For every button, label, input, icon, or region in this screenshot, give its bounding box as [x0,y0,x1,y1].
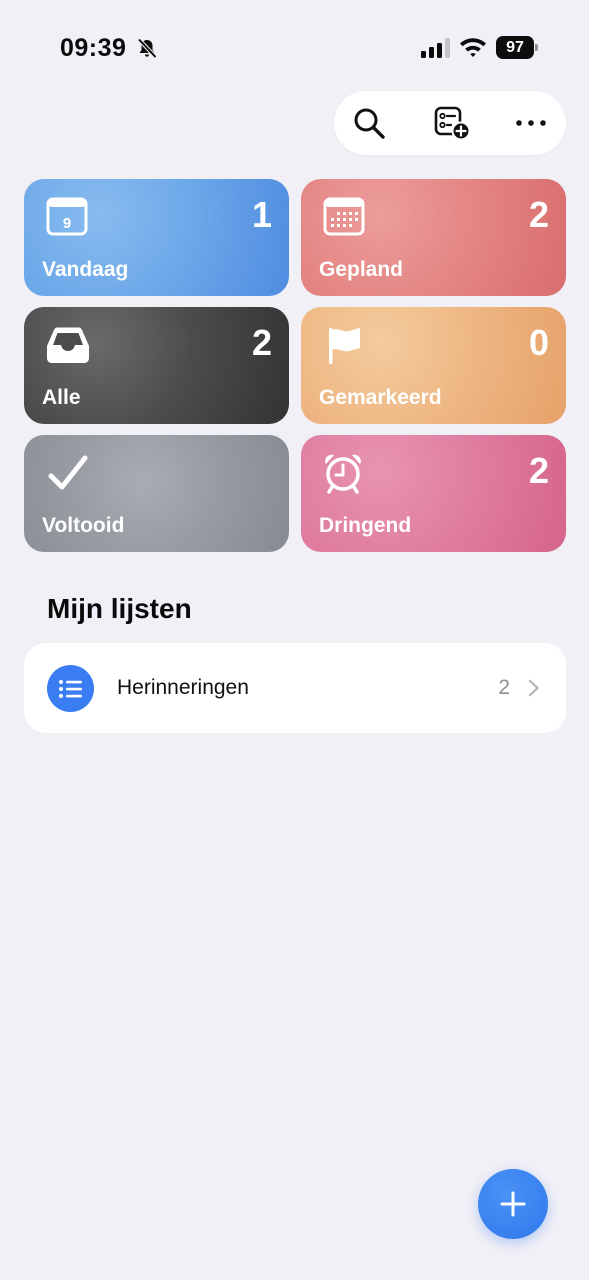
tile-dringend-count: 2 [528,450,549,491]
list-item-name: Herinneringen [117,676,249,699]
chevron-right-icon [528,679,539,697]
tile-alle-label: Alle [42,386,81,409]
checkmark-icon [48,455,88,490]
tile-gemarkeerd[interactable]: 0 Gemarkeerd [301,307,566,424]
battery-cap [535,44,538,51]
list-item-count: 2 [498,676,510,699]
plus-icon [500,1191,526,1217]
calendar-grid-icon [323,197,365,236]
status-time: 09:39 [60,34,127,62]
status-bar: 09:39 97 [0,0,589,95]
search-button[interactable] [349,103,389,143]
tile-alle[interactable]: 2 Alle [24,307,289,424]
my-lists-title: Mijn lijsten [47,593,192,624]
calendar-day-icon: 9 [46,197,88,236]
tile-alle-count: 2 [251,322,272,363]
tile-vandaag-count: 1 [251,194,272,235]
search-icon [354,108,385,139]
list-bullet-icon [47,665,94,712]
tile-gepland-count: 2 [528,194,549,235]
tile-dringend[interactable]: 2 Dringend [301,435,566,552]
flag-icon [329,328,360,364]
add-reminder-button[interactable] [478,1169,548,1239]
tile-dringend-label: Dringend [319,514,412,537]
more-button[interactable] [511,103,551,143]
alarm-clock-icon [325,454,361,494]
my-lists-card: Herinneringen 2 [24,643,566,733]
tile-vandaag[interactable]: 9 1 Vandaag [24,179,289,296]
cellular-signal-icon [421,38,450,58]
tile-voltooid-label: Voltooid [42,514,125,537]
tile-gepland-label: Gepland [319,258,404,281]
tile-vandaag-label: Vandaag [42,258,129,281]
list-item-herinneringen[interactable]: Herinneringen 2 [24,643,566,733]
add-list-button[interactable] [432,103,472,143]
toolbar [334,91,566,155]
tile-gemarkeerd-label: Gemarkeerd [319,386,442,409]
add-list-icon [434,106,471,141]
calendar-day-number: 9 [63,215,71,232]
tile-voltooid[interactable]: Voltooid [24,435,289,552]
tile-gepland[interactable]: 2 Gepland [301,179,566,296]
more-icon [516,120,546,126]
tray-icon [47,327,89,363]
battery-level: 97 [496,36,534,59]
bell-slash-icon [137,38,157,59]
battery-indicator: 97 [496,36,538,59]
tile-gemarkeerd-count: 0 [528,322,549,363]
wifi-icon [460,38,486,57]
